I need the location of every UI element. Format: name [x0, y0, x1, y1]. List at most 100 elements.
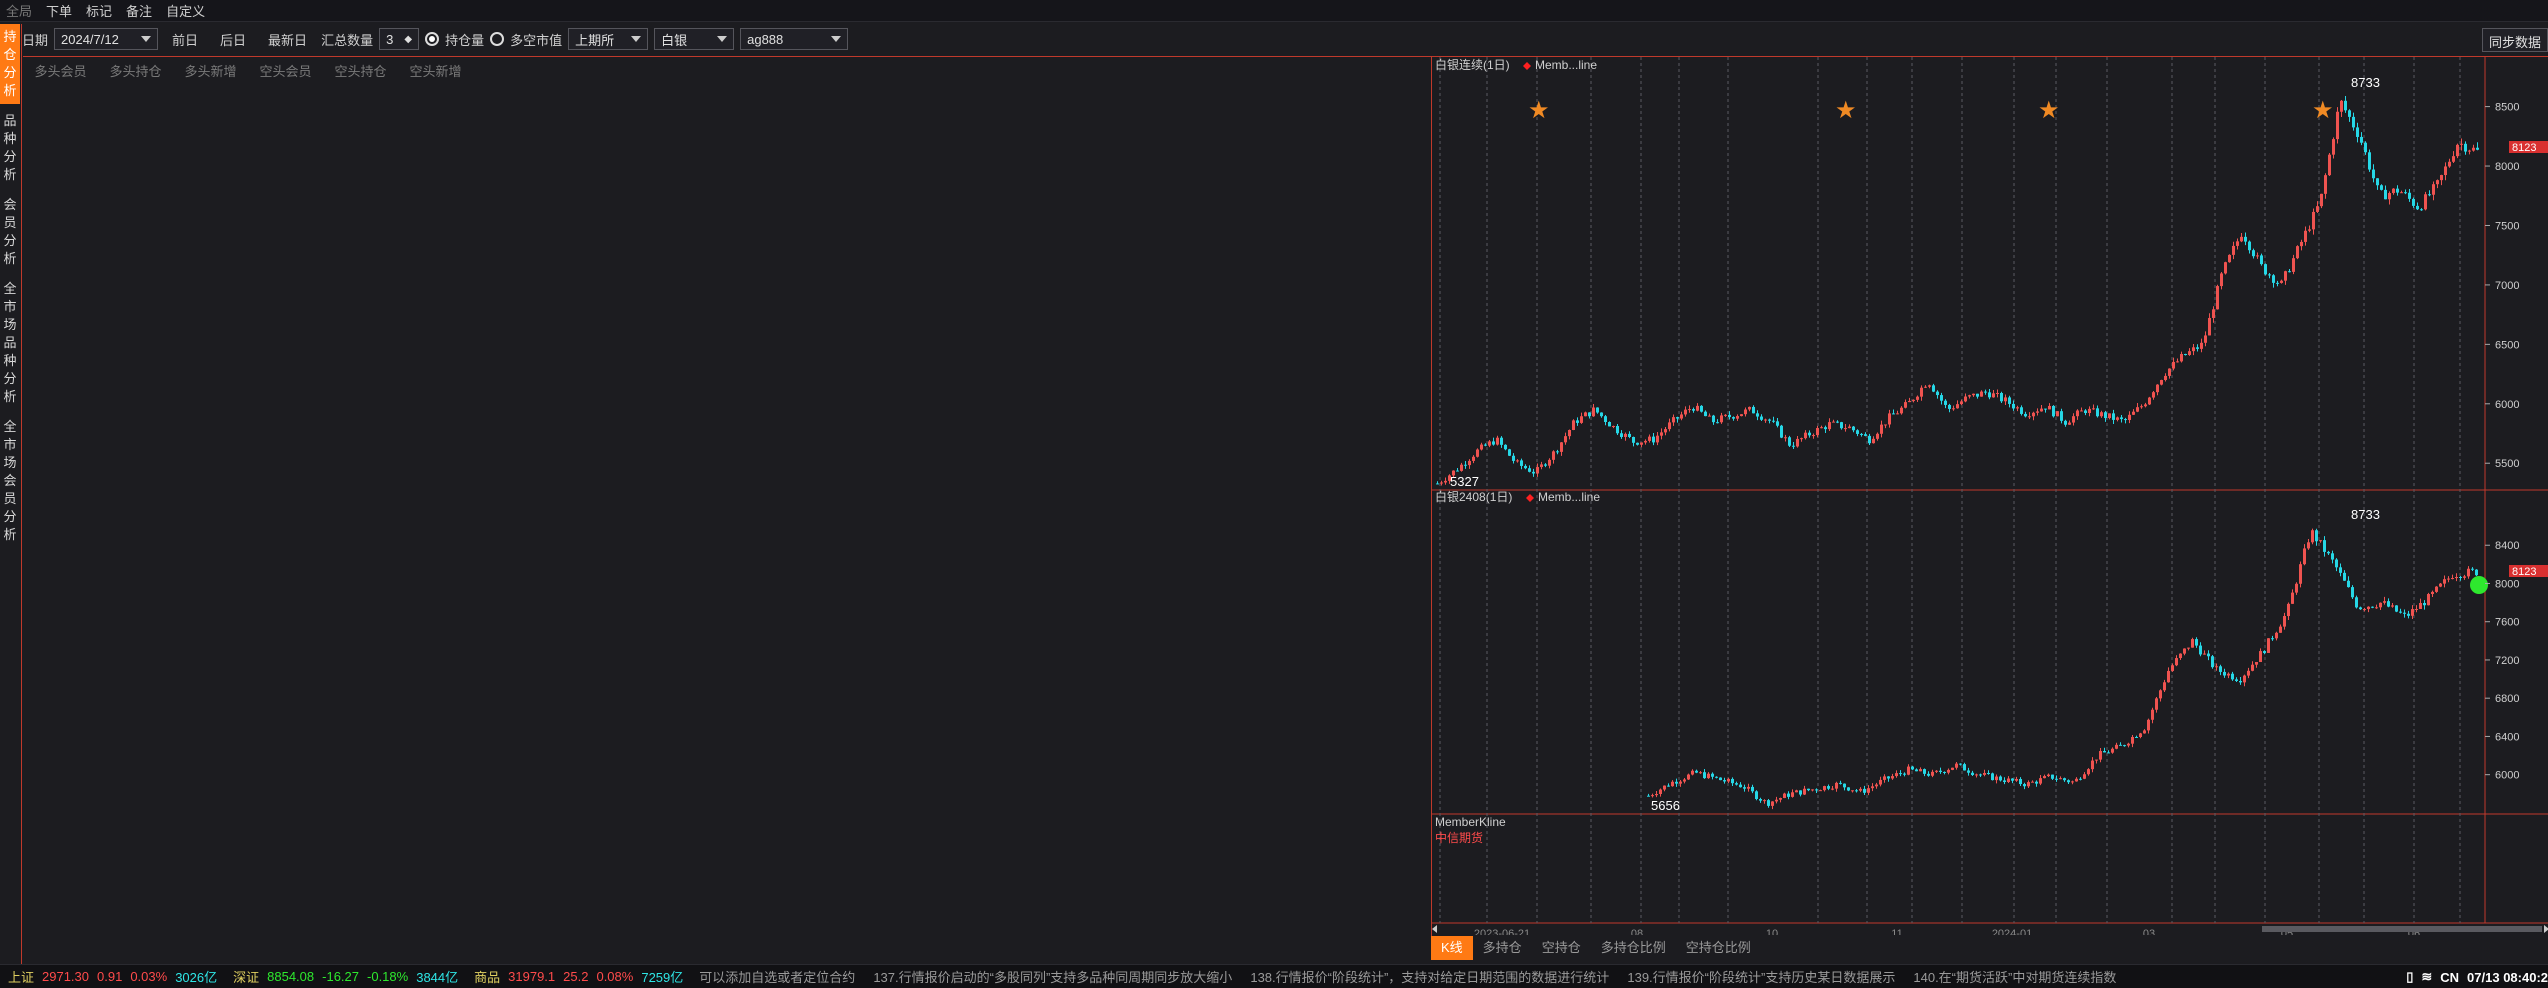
candle-body	[1460, 464, 1463, 471]
star-marker-icon[interactable]: ★	[1528, 97, 1550, 124]
candle-body	[1484, 444, 1487, 446]
sz-index-label[interactable]: 深证	[233, 967, 259, 986]
candle-body	[1468, 460, 1471, 466]
open-interest-radio[interactable]	[425, 32, 440, 46]
star-marker-icon[interactable]: ★	[1835, 97, 1857, 124]
candle-body	[1952, 408, 1955, 410]
tab-market-commodity-analysis[interactable]: 全市场品种分析	[0, 276, 20, 410]
candle-body	[2459, 576, 2462, 578]
col-long-position[interactable]: 多头持仓	[98, 61, 173, 80]
candle-body	[2335, 559, 2338, 568]
menu-note[interactable]: 备注	[126, 1, 152, 20]
smiley-marker-icon[interactable]	[2470, 576, 2488, 594]
candle-body	[1644, 440, 1647, 443]
candle-body	[2348, 110, 2351, 117]
candle-body	[2132, 411, 2135, 415]
prev-day-button[interactable]: 前日	[164, 28, 206, 51]
tab-kline[interactable]: K线	[1431, 936, 1473, 960]
candle-body	[1836, 421, 1839, 423]
tab-position-analysis[interactable]: 持仓分析	[0, 24, 20, 104]
candle-body	[1947, 769, 1950, 773]
candle-body	[1508, 449, 1511, 456]
menu-global[interactable]: 全局	[6, 1, 32, 20]
tab-commodity-analysis[interactable]: 品种分析	[0, 108, 20, 188]
candle-body	[2339, 567, 2342, 573]
candle-body	[2263, 651, 2266, 653]
exchange-select[interactable]: 上期所	[568, 28, 649, 50]
date-picker[interactable]: 2024/7/12	[54, 28, 159, 50]
tab-short-position[interactable]: 空持仓	[1532, 936, 1591, 960]
candle-body	[2099, 751, 2102, 760]
market-value-radio[interactable]	[490, 32, 505, 46]
candle-body	[1748, 406, 1751, 410]
candle-body	[2460, 143, 2463, 145]
sh-index-label[interactable]: 上证	[8, 967, 34, 986]
candle-body	[1868, 435, 1871, 444]
latest-day-button[interactable]: 最新日	[260, 28, 315, 51]
candle-body	[2451, 578, 2454, 580]
candle-body	[2240, 236, 2243, 242]
candle-body	[2347, 580, 2350, 588]
candle-body	[1871, 786, 1874, 789]
tab-short-ratio[interactable]: 空持仓比例	[1676, 936, 1761, 960]
col-long-change[interactable]: 多头新增	[173, 61, 248, 80]
candle-body	[2223, 671, 2226, 676]
candle-body	[2039, 778, 2042, 784]
contract-select[interactable]: ag888	[740, 28, 849, 50]
candle-body	[1940, 395, 1943, 401]
pane1-low-label: 5327	[1450, 474, 1479, 489]
candle-body	[2015, 778, 2018, 781]
chart-scrollbar[interactable]	[1432, 924, 2548, 934]
commodity-index-label[interactable]: 商品	[474, 967, 500, 986]
summary-spinner[interactable]: 3 ◆	[379, 28, 420, 50]
tab-long-position[interactable]: 多持仓	[1473, 936, 1532, 960]
candle-body	[1688, 409, 1691, 411]
bookmark-icon[interactable]: ▯	[2406, 969, 2413, 985]
menu-custom[interactable]: 自定义	[166, 1, 205, 20]
y-tick-label: 6000	[2495, 770, 2519, 782]
scroll-thumb[interactable]	[2262, 926, 2542, 932]
candle-body	[1612, 425, 1615, 427]
pane1-legend[interactable]: Memb...line	[1535, 58, 1597, 72]
candle-body	[2372, 169, 2375, 179]
candle-body	[1872, 438, 1875, 444]
pane2-legend[interactable]: Memb...line	[1538, 490, 1600, 504]
candle-body	[2196, 347, 2199, 349]
candle-body	[1788, 437, 1791, 446]
candle-body	[1628, 433, 1631, 437]
candle-body	[1655, 793, 1658, 796]
next-day-button[interactable]: 后日	[212, 28, 254, 51]
commodity-select[interactable]: 白银	[654, 28, 735, 50]
candle-body	[1811, 789, 1814, 791]
menu-mark[interactable]: 标记	[86, 1, 112, 20]
tab-member-analysis[interactable]: 会员分析	[0, 192, 20, 272]
commodity-index-amount: 7259亿	[641, 970, 684, 985]
col-short-position[interactable]: 空头持仓	[323, 61, 398, 80]
star-marker-icon[interactable]: ★	[2038, 97, 2060, 124]
col-short-member[interactable]: 空头会员	[248, 61, 323, 80]
sync-data-button[interactable]: 同步数据	[2481, 28, 2548, 52]
candle-body	[1532, 471, 1535, 474]
col-short-change[interactable]: 空头新增	[398, 61, 473, 80]
scroll-right-icon[interactable]	[2544, 925, 2548, 933]
candle-body	[1787, 793, 1790, 797]
candle-body	[1492, 441, 1495, 445]
candle-body	[2167, 670, 2170, 683]
candle-body	[1812, 435, 1815, 437]
candle-body	[2112, 413, 2115, 420]
col-long-member[interactable]: 多头会员	[23, 61, 98, 80]
tab-long-ratio[interactable]: 多持仓比例	[1591, 936, 1676, 960]
candle-body	[2299, 564, 2302, 584]
scroll-left-icon[interactable]	[1432, 925, 1437, 933]
kline-chart-canvas[interactable]: 白银连续(1日) Memb...line 白银2408(1日) Memb...l…	[1432, 57, 2548, 935]
spinner-icon[interactable]: ◆	[404, 34, 412, 45]
candle-body	[1667, 785, 1670, 787]
candle-body	[2415, 608, 2418, 610]
tab-market-member-analysis[interactable]: 全市场会员分析	[0, 414, 20, 548]
star-marker-icon[interactable]: ★	[2312, 97, 2334, 124]
candle-body	[1675, 781, 1678, 784]
candle-body	[1692, 409, 1695, 411]
menu-order[interactable]: 下单	[46, 1, 72, 20]
candle-body	[1728, 414, 1731, 418]
candle-body	[2428, 194, 2431, 196]
